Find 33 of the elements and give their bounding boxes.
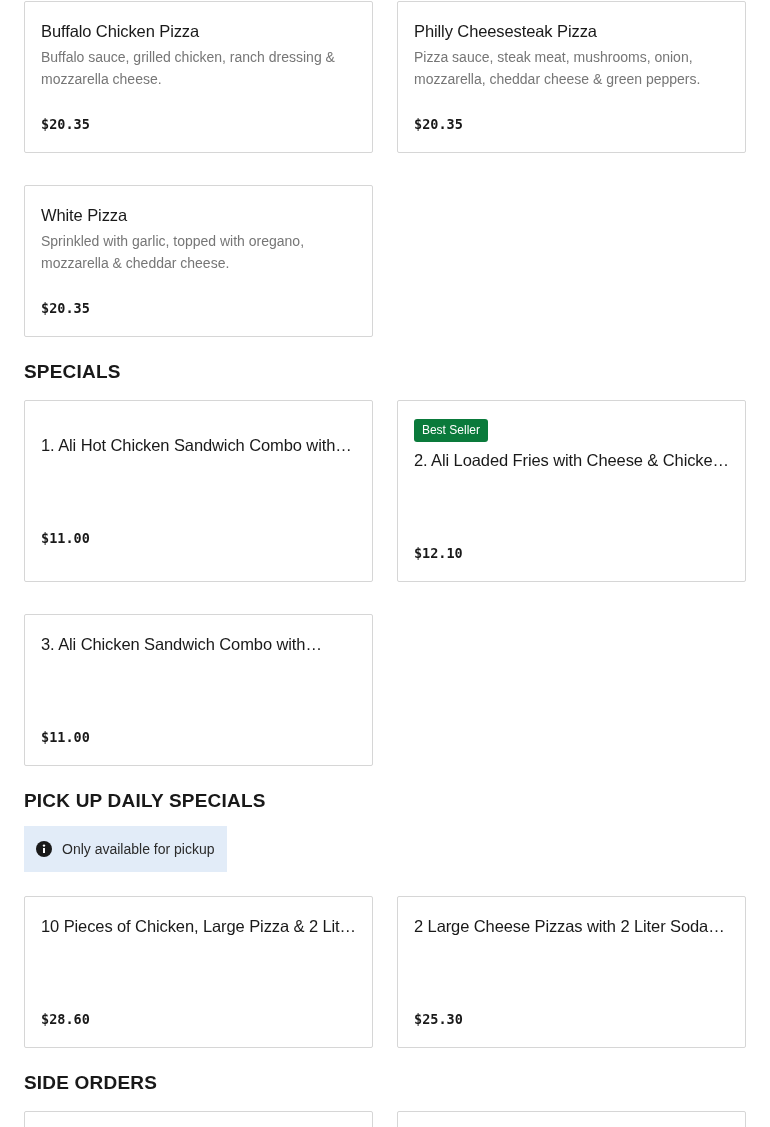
- item-title: 10 Pieces of Chicken, Large Pizza & 2 Lit…: [41, 916, 356, 937]
- item-title: 1. Ali Hot Chicken Sandwich Combo with…: [41, 435, 353, 456]
- item-description: Pizza sauce, steak meat, mushrooms, onion, mozzarella, cheddar cheese & green peppers.: [414, 49, 701, 87]
- section-heading: PICK UP DAILY SPECIALS: [24, 790, 267, 812]
- item-price: $20.35: [41, 115, 91, 134]
- notice-text: Only available for pickup: [62, 841, 215, 857]
- menu-item-card[interactable]: 10 Pieces of Chicken, Large Pizza & 2 Lit… $28.60: [24, 896, 373, 1048]
- menu-item-card[interactable]: Buffalo Chicken Pizza Buffalo sauce, grilled chicken, ranch dressing & mozzarella cheese. $20.35: [24, 1, 373, 153]
- item-price: $20.35: [41, 299, 91, 318]
- item-title: 2. Ali Loaded Fries with Cheese & Chicke…: [413, 450, 729, 471]
- item-title: White Pizza: [41, 205, 128, 226]
- item-title: Buffalo Chicken Pizza: [41, 21, 201, 42]
- menu-item-card[interactable]: Philly Cheesesteak Pizza Pizza sauce, steak meat, mushrooms, onion, mozzarella, cheddar cheese & green peppers. $20.35: [397, 1, 746, 153]
- section-heading: SPECIALS: [24, 361, 122, 383]
- item-price: $25.30: [414, 1010, 464, 1029]
- best-seller-badge: Best Seller: [413, 419, 488, 442]
- menu-item-card[interactable]: 3. Ali Chicken Sandwich Combo with… $11.00: [24, 614, 373, 766]
- item-description: Buffalo sauce, grilled chicken, ranch dressing & mozzarella cheese.: [41, 49, 335, 87]
- item-title: 3. Ali Chicken Sandwich Combo with…: [41, 634, 323, 655]
- menu-item-card[interactable]: White Pizza Sprinkled with garlic, topped with oregano, mozzarella & cheddar cheese. $20.35: [24, 185, 373, 337]
- section-heading: SIDE ORDERS: [24, 1072, 159, 1094]
- info-icon: [36, 841, 52, 857]
- item-description: Sprinkled with garlic, topped with oregano, mozzarella & cheddar cheese.: [41, 233, 305, 271]
- item-price: $28.60: [41, 1010, 91, 1029]
- menu-item-card[interactable]: 1. Ali Hot Chicken Sandwich Combo with… $11.00: [24, 400, 373, 582]
- menu-item-card[interactable]: 2 Large Cheese Pizzas with 2 Liter Soda… $25.30: [397, 896, 746, 1048]
- item-price: $20.35: [414, 115, 464, 134]
- menu-item-card[interactable]: Best Seller 2. Ali Loaded Fries with Cheese & Chicke… $12.10: [396, 400, 746, 582]
- item-price: $11.00: [41, 529, 91, 548]
- item-price: $12.10: [413, 544, 464, 563]
- item-title: Philly Cheesesteak Pizza: [414, 21, 598, 42]
- item-price: $11.00: [41, 728, 91, 747]
- item-title: 2 Large Cheese Pizzas with 2 Liter Soda…: [414, 916, 726, 937]
